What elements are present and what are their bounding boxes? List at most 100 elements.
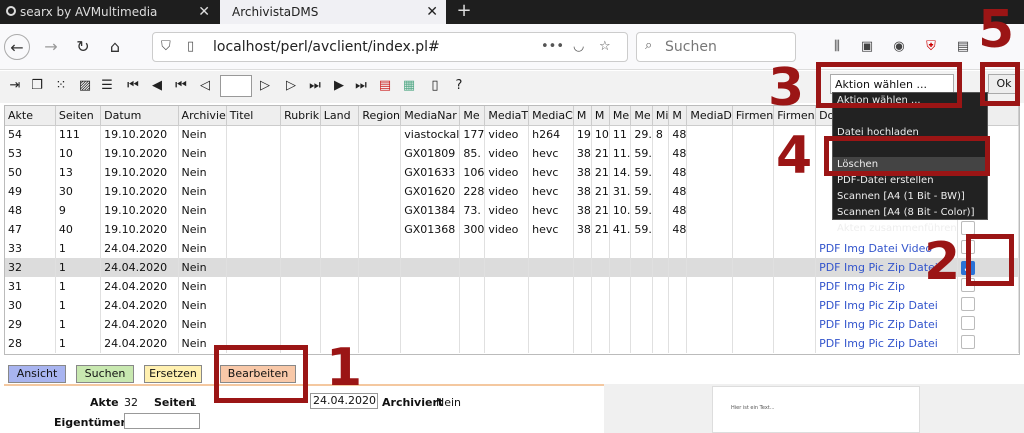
table-row[interactable]: 33 1 24.04.2020 Nein PDF Img Datei Video xyxy=(5,239,1019,258)
column-header[interactable]: MediaC xyxy=(528,106,574,126)
first-page-icon[interactable]: ⏮ xyxy=(172,77,190,95)
column-header[interactable]: Mi xyxy=(652,106,670,126)
page-preview[interactable]: Hier ist ein Text... xyxy=(712,386,920,433)
table-row[interactable]: 30 1 24.04.2020 Nein PDF Img Pic Zip Datei xyxy=(5,296,1019,315)
tab-ersetzen[interactable]: Ersetzen xyxy=(144,365,202,383)
table-cell: 24.04.2020 xyxy=(100,239,179,258)
login-icon[interactable]: ⇥ xyxy=(6,77,24,95)
column-header[interactable]: Me xyxy=(630,106,653,126)
copy-icon[interactable]: ❐ xyxy=(28,77,46,95)
column-header[interactable]: MediaD xyxy=(686,106,733,126)
table-cell xyxy=(320,144,360,163)
next-icon[interactable]: ▷ xyxy=(282,77,300,95)
column-header[interactable]: Titel xyxy=(226,106,282,126)
table-cell: hevc xyxy=(528,144,574,163)
page-number-input[interactable] xyxy=(220,75,252,97)
table-cell: 30 xyxy=(5,296,56,315)
column-header[interactable]: Datum xyxy=(100,106,179,126)
table-cell xyxy=(591,277,610,296)
library-icon[interactable]: ⫼ xyxy=(828,38,846,56)
tab-ansicht[interactable]: Ansicht xyxy=(8,365,66,383)
row-checkbox[interactable] xyxy=(960,335,975,349)
table-cell xyxy=(280,296,321,315)
archive-box-icon[interactable]: ▦ xyxy=(400,77,418,95)
table-cell xyxy=(773,201,817,220)
column-header[interactable]: MediaNar xyxy=(400,106,461,126)
table-cell xyxy=(591,258,610,277)
table-cell: Nein xyxy=(178,258,227,277)
table-cell[interactable]: PDF Img Pic Zip Datei xyxy=(815,315,958,334)
table-cell: 59. xyxy=(630,182,653,201)
prev-icon[interactable]: ◁ xyxy=(196,77,214,95)
more-icon[interactable]: ••• xyxy=(541,39,564,54)
eigentuemer-field[interactable] xyxy=(124,413,200,429)
dropdown-option[interactable]: Scannen [A4 (1 Bit - BW)] xyxy=(833,189,987,205)
sidebar-icon[interactable]: ▣ xyxy=(858,38,876,56)
help-icon[interactable]: ? xyxy=(450,77,468,95)
column-header[interactable]: Seiten xyxy=(55,106,102,126)
table-cell xyxy=(226,220,282,239)
column-header[interactable]: Archivie xyxy=(178,106,227,126)
reload-button[interactable]: ↻ xyxy=(70,34,96,60)
next-page-icon[interactable]: ▶ xyxy=(330,77,348,95)
column-header[interactable]: Akte xyxy=(5,106,56,126)
browser-tab-archivista[interactable]: ArchivistaDMS ✕ xyxy=(220,0,446,24)
table-row[interactable]: 28 1 24.04.2020 Nein PDF Img Pic Zip Datei xyxy=(5,334,1019,353)
column-header[interactable]: Me xyxy=(609,106,632,126)
forward-button[interactable]: → xyxy=(38,34,64,60)
table-cell: 14. xyxy=(609,163,632,182)
shield-icon[interactable]: ⛉ xyxy=(161,39,171,54)
close-tab-icon[interactable]: ✕ xyxy=(198,0,210,24)
close-tab-icon[interactable]: ✕ xyxy=(426,0,438,24)
extension-icon[interactable]: ▤ xyxy=(954,38,972,56)
table-cell[interactable]: PDF Img Pic Zip Datei xyxy=(815,334,958,353)
column-header[interactable]: M xyxy=(668,106,688,126)
column-header[interactable]: Region xyxy=(358,106,402,126)
goto-page-icon[interactable]: ▷ xyxy=(256,77,274,95)
browser-tab-searx[interactable]: searx by AVMultimedia ✕ xyxy=(0,0,218,24)
grid-icon[interactable]: ⁙ xyxy=(52,77,70,95)
column-header[interactable]: Land xyxy=(320,106,360,126)
column-header[interactable]: Me xyxy=(459,106,486,126)
column-header[interactable]: MediaT xyxy=(484,106,530,126)
list-edit-icon[interactable]: ☰ xyxy=(98,77,116,95)
column-header[interactable]: M xyxy=(591,106,610,126)
table-cell: 24.04.2020 xyxy=(100,315,179,334)
last-page-icon[interactable]: ⏭ xyxy=(306,77,324,95)
back-button[interactable]: ← xyxy=(4,34,30,60)
last-record-icon[interactable]: ⏭ xyxy=(352,77,370,95)
column-header[interactable]: Rubrik xyxy=(280,106,321,126)
table-cell: 300 xyxy=(459,220,486,239)
table-cell: 24.04.2020 xyxy=(100,258,179,277)
url-bar[interactable]: ⛉ ▯ localhost/perl/avclient/index.pl# ••… xyxy=(152,32,628,62)
column-header[interactable]: M xyxy=(573,106,592,126)
table-cell: Nein xyxy=(178,125,227,144)
pocket-icon[interactable]: ◡ xyxy=(573,39,584,54)
new-tab-button[interactable]: + xyxy=(452,0,476,24)
dropdown-option[interactable]: Akten zusammenführen xyxy=(833,221,987,237)
row-checkbox[interactable] xyxy=(960,316,975,330)
ublock-icon[interactable]: ⛨ xyxy=(922,38,940,56)
table-cell: 38 xyxy=(573,220,592,239)
table-cell: viastockal xyxy=(400,125,461,144)
mobile-icon[interactable]: ▯ xyxy=(426,77,444,95)
image-icon[interactable]: ▨ xyxy=(76,77,94,95)
table-cell xyxy=(528,315,574,334)
row-checkbox[interactable] xyxy=(960,297,975,311)
table-row[interactable]: 29 1 24.04.2020 Nein PDF Img Pic Zip Datei xyxy=(5,315,1019,334)
dropdown-option[interactable] xyxy=(833,109,987,125)
calendar-icon[interactable]: ▤ xyxy=(376,77,394,95)
dropdown-option[interactable]: Scannen [A4 (8 Bit - Color)] xyxy=(833,205,987,221)
table-cell: 9 xyxy=(55,201,102,220)
prev-page-icon[interactable]: ◀ xyxy=(148,77,166,95)
table-cell[interactable]: PDF Img Pic Zip Datei xyxy=(815,296,958,315)
table-cell xyxy=(528,296,574,315)
tab-suchen[interactable]: Suchen xyxy=(76,365,134,383)
table-row[interactable]: 32 1 24.04.2020 Nein PDF Img Pic Zip Datei ✓ xyxy=(5,258,1019,277)
table-cell xyxy=(668,239,688,258)
table-row[interactable]: 31 1 24.04.2020 Nein PDF Img Pic Zip xyxy=(5,277,1019,296)
first-record-icon[interactable]: ⏮ xyxy=(124,77,142,95)
bookmark-star-icon[interactable]: ☆ xyxy=(599,39,611,54)
home-button[interactable]: ⌂ xyxy=(102,34,128,60)
account-icon[interactable]: ◉ xyxy=(890,38,908,56)
